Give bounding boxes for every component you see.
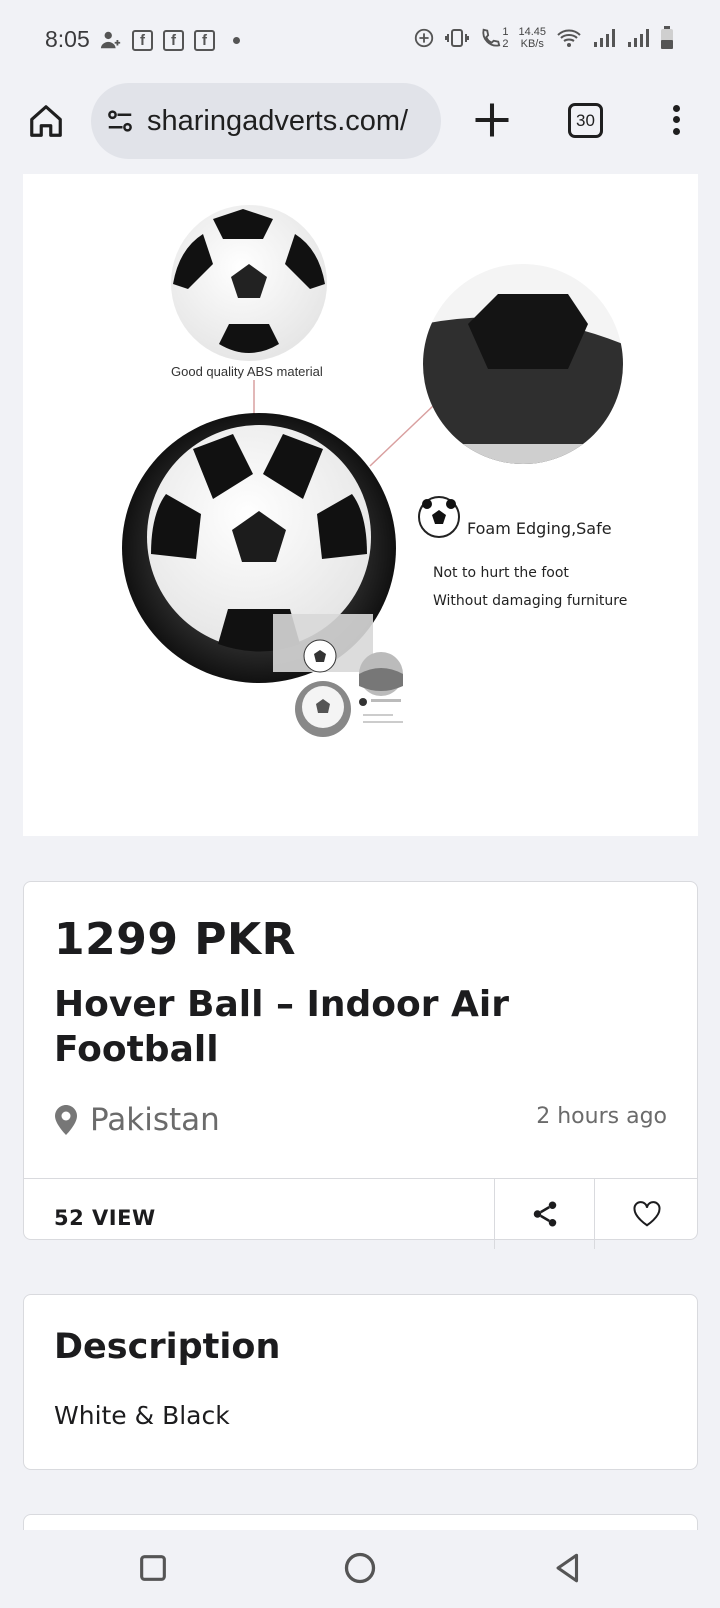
browser-toolbar: sharingadverts.com/ 30 bbox=[0, 82, 720, 174]
address-bar[interactable]: sharingadverts.com/ bbox=[91, 83, 441, 159]
square-icon bbox=[140, 1555, 166, 1581]
tab-switcher-button[interactable]: 30 bbox=[568, 103, 603, 138]
recent-apps-button[interactable] bbox=[131, 1546, 175, 1590]
heart-icon bbox=[632, 1201, 661, 1227]
facebook-icon: f bbox=[194, 29, 215, 51]
battery-icon bbox=[661, 26, 673, 49]
caption-material: Good quality ABS material bbox=[171, 364, 323, 379]
wifi-icon bbox=[557, 29, 581, 47]
status-bar: 8:05 f f f 12 14.45 KB/s bbox=[0, 0, 720, 82]
next-card bbox=[23, 1514, 698, 1530]
description-heading: Description bbox=[54, 1327, 281, 1367]
hover-ball-image: Good quality ABS material Foam Edging,Sa… bbox=[122, 205, 627, 737]
listing-location: Pakistan bbox=[54, 1102, 220, 1138]
caption-line1: Not to hurt the foot bbox=[433, 565, 569, 581]
description-card: Description White & Black bbox=[23, 1294, 698, 1470]
person-add-icon bbox=[100, 31, 121, 49]
description-text: White & Black bbox=[54, 1401, 230, 1430]
data-saver-icon bbox=[415, 28, 434, 48]
facebook-icon: f bbox=[163, 29, 184, 51]
listing-title: Hover Ball – Indoor Air Football bbox=[54, 984, 510, 1070]
share-icon bbox=[533, 1201, 556, 1227]
favorite-button[interactable] bbox=[594, 1179, 698, 1249]
location-pin-icon bbox=[55, 1105, 77, 1135]
status-time: 8:05 bbox=[45, 26, 90, 52]
posted-time: 2 hours ago bbox=[536, 1104, 667, 1129]
home-nav-button[interactable] bbox=[338, 1546, 382, 1590]
caption-line2: Without damaging furniture bbox=[433, 593, 627, 609]
notification-icons: f f f bbox=[100, 29, 240, 51]
back-button[interactable] bbox=[546, 1546, 590, 1590]
url-text[interactable]: sharingadverts.com/ bbox=[147, 105, 408, 138]
page-content: Good quality ABS material Foam Edging,Sa… bbox=[0, 174, 720, 1530]
location-text: Pakistan bbox=[90, 1102, 220, 1138]
overflow-menu-button[interactable] bbox=[664, 98, 688, 142]
site-settings-icon[interactable] bbox=[105, 106, 135, 136]
listing-price: 1299 PKR bbox=[54, 914, 297, 965]
vibrate-icon bbox=[445, 29, 470, 47]
back-triangle-icon bbox=[556, 1553, 579, 1583]
caption-foam: Foam Edging,Safe bbox=[467, 519, 612, 538]
circle-icon bbox=[344, 1552, 376, 1584]
new-tab-plus-icon[interactable] bbox=[470, 98, 514, 142]
system-nav-bar bbox=[0, 1530, 720, 1608]
view-count: 52 VIEW bbox=[54, 1206, 156, 1230]
share-button[interactable] bbox=[494, 1179, 594, 1249]
network-speed: 14.45 KB/s bbox=[518, 26, 546, 50]
listing-card: 1299 PKR Hover Ball – Indoor Air Footbal… bbox=[23, 881, 698, 1249]
signal-icon bbox=[594, 29, 615, 47]
facebook-icon: f bbox=[132, 29, 153, 51]
dual-sim-call-icon: 12 bbox=[479, 26, 508, 50]
system-icons: 12 14.45 KB/s bbox=[413, 26, 674, 50]
signal-icon bbox=[628, 29, 649, 47]
product-image[interactable]: Good quality ABS material Foam Edging,Sa… bbox=[23, 174, 698, 836]
home-button[interactable] bbox=[24, 99, 68, 143]
home-icon bbox=[30, 105, 62, 137]
more-notifications-dot bbox=[233, 36, 240, 44]
phone-wifi-icon bbox=[482, 28, 501, 47]
sim-indicators: 12 bbox=[502, 26, 509, 50]
